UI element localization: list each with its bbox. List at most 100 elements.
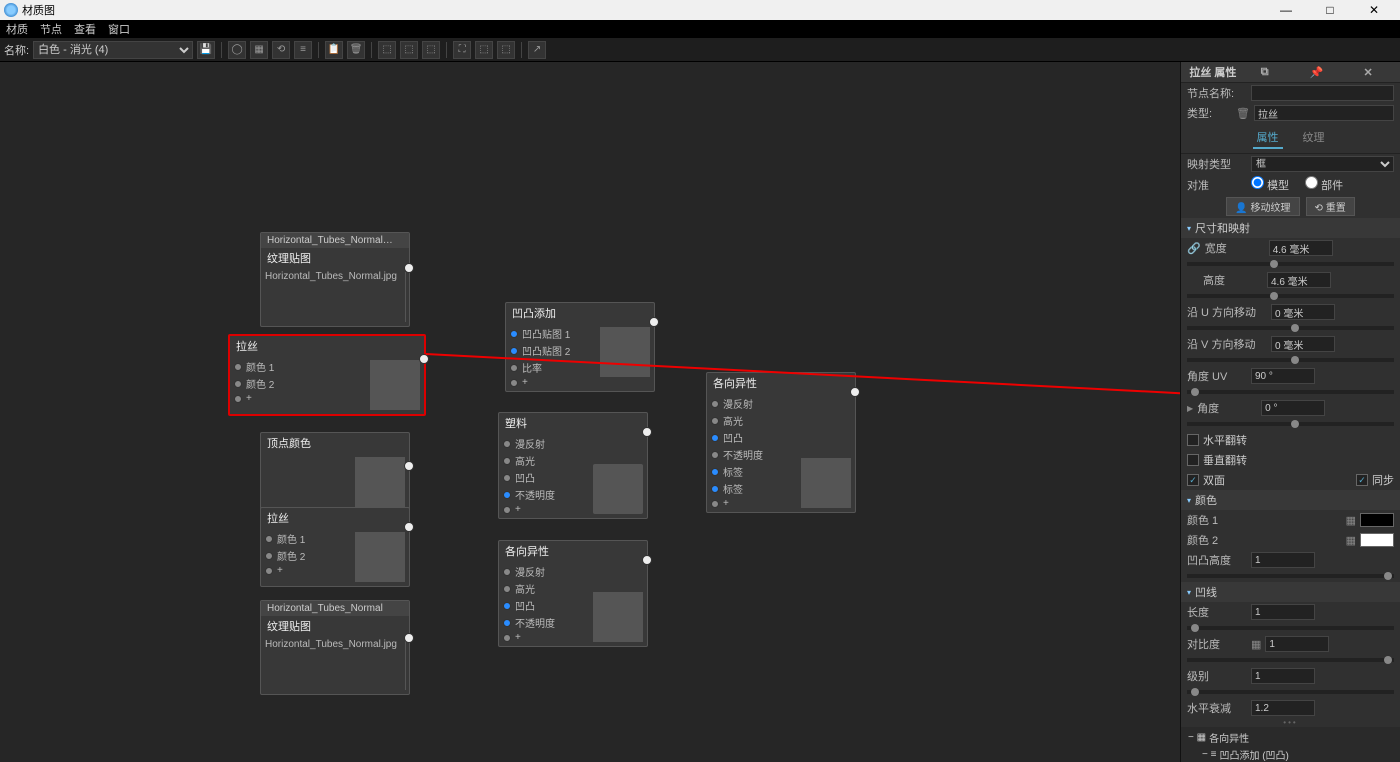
menu-window[interactable]: 窗口 [108,21,130,37]
maximize-button[interactable]: □ [1308,3,1352,17]
port-opacity[interactable]: 不透明度 [707,446,797,463]
align-part-radio[interactable]: 部件 [1305,176,1343,193]
bump-height-slider[interactable] [1187,574,1394,578]
align-model-radio[interactable]: 模型 [1251,176,1289,193]
color2-map-icon[interactable]: ▦ [1346,534,1356,547]
shift-u-input[interactable] [1271,304,1335,320]
share-button[interactable]: ↗ [528,41,546,59]
port-add[interactable]: + [261,564,351,577]
node-brush-1[interactable]: 拉丝 颜色 1 颜色 2 + [228,334,426,416]
type-input[interactable] [1254,105,1394,121]
node-vertex-color[interactable]: 顶点颜色 [260,432,410,512]
level-slider[interactable] [1187,690,1394,694]
length-input[interactable] [1251,604,1315,620]
tool-6[interactable]: ⬚ [378,41,396,59]
output-port[interactable] [642,427,652,437]
tab-texture[interactable]: 纹理 [1299,127,1329,149]
output-port[interactable] [642,555,652,565]
color1-swatch[interactable] [1360,513,1394,527]
node-plastic[interactable]: 塑料 漫反射 高光 凹凸 不透明度 + [498,412,648,519]
section-color[interactable]: ▾颜色 [1181,490,1400,510]
angle-uv-input[interactable] [1251,368,1315,384]
save-button[interactable]: 💾 [197,41,215,59]
bump-height-input[interactable] [1251,552,1315,568]
menu-view[interactable]: 查看 [74,21,96,37]
level-input[interactable] [1251,668,1315,684]
port-specular[interactable]: 高光 [499,580,589,597]
node-anisotropic-2[interactable]: 各向异性 漫反射 高光 凹凸 不透明度 + [498,540,648,647]
contrast-slider[interactable] [1187,658,1394,662]
tool-10[interactable]: ⬚ [475,41,493,59]
port-diffuse[interactable]: 漫反射 [499,563,589,580]
port-add[interactable]: + [506,376,596,389]
tool-3[interactable]: ⟲ [272,41,290,59]
port-add[interactable]: + [499,631,589,644]
contrast-input[interactable] [1265,636,1329,652]
tool-5[interactable]: 📋 [325,41,343,59]
width-slider[interactable] [1187,262,1394,266]
shift-v-slider[interactable] [1187,358,1394,362]
section-size[interactable]: ▾尺寸和映射 [1181,218,1400,238]
port-diffuse[interactable]: 漫反射 [499,435,589,452]
output-port[interactable] [404,461,414,471]
output-port[interactable] [649,317,659,327]
port-diffuse[interactable]: 漫反射 [707,395,797,412]
contrast-map-icon[interactable]: ▦ [1251,638,1261,651]
tool-7[interactable]: ⬚ [400,41,418,59]
close-icon[interactable]: ✕ [1342,66,1394,79]
port-label1[interactable]: 标签 [707,463,797,480]
output-port[interactable] [850,387,860,397]
height-input[interactable] [1267,272,1331,288]
shift-v-input[interactable] [1271,336,1335,352]
color2-swatch[interactable] [1360,533,1394,547]
height-slider[interactable] [1187,294,1394,298]
port-specular[interactable]: 高光 [707,412,797,429]
falloff-input[interactable] [1251,700,1315,716]
port-specular[interactable]: 高光 [499,452,589,469]
output-port[interactable] [404,633,414,643]
map-type-select[interactable]: 框 [1251,156,1394,172]
node-brush-2[interactable]: 拉丝 颜色 1 颜色 2 + [260,507,410,587]
output-port[interactable] [404,522,414,532]
port-ratio[interactable]: 比率 [506,359,596,376]
dock-icon[interactable]: ⧉ [1239,66,1291,79]
node-bump-add[interactable]: 凹凸添加 凹凸贴图 1 凹凸贴图 2 比率 + [505,302,655,392]
pin-icon[interactable]: 📌 [1291,66,1343,79]
port-color2[interactable]: 颜色 2 [230,375,366,392]
menu-node[interactable]: 节点 [40,21,62,37]
node-texture-1[interactable]: Horizontal_Tubes_Normal… 纹理贴图 Horizontal… [260,232,410,327]
port-add[interactable]: + [230,392,366,405]
delete-button[interactable]: 🗑 [347,41,365,59]
port-color2[interactable]: 颜色 2 [261,547,351,564]
output-port[interactable] [419,354,429,364]
tree-item[interactable]: 各向异性 [1209,730,1249,745]
minimize-button[interactable]: — [1264,3,1308,17]
node-texture-2[interactable]: Horizontal_Tubes_Normal 纹理贴图 Horizontal_… [260,600,410,695]
tool-11[interactable]: ⬚ [497,41,515,59]
width-input[interactable] [1269,240,1333,256]
port-bump2[interactable]: 凹凸贴图 2 [506,342,596,359]
port-label2[interactable]: 标签 [707,480,797,497]
flip-h-checkbox[interactable] [1187,434,1199,446]
section-line[interactable]: ▾凹线 [1181,582,1400,602]
port-color1[interactable]: 颜色 1 [261,530,351,547]
shift-u-slider[interactable] [1187,326,1394,330]
port-opacity[interactable]: 不透明度 [499,486,589,503]
tab-attributes[interactable]: 属性 [1253,127,1283,149]
port-bump[interactable]: 凹凸 [499,469,589,486]
tool-8[interactable]: ⬚ [422,41,440,59]
length-slider[interactable] [1187,626,1394,630]
port-add[interactable]: + [707,497,797,510]
tool-2[interactable]: ▦ [250,41,268,59]
sync-checkbox[interactable]: ✓ [1356,474,1368,486]
port-color1[interactable]: 颜色 1 [230,358,366,375]
reset-button[interactable]: ⟲ 重置 [1306,197,1355,216]
output-port[interactable] [404,263,414,273]
port-opacity[interactable]: 不透明度 [499,614,589,631]
port-add[interactable]: + [499,503,589,516]
tool-4[interactable]: ≡ [294,41,312,59]
tool-1[interactable]: ◯ [228,41,246,59]
tree-item[interactable]: 凹凸添加 (凹凸) [1219,747,1288,762]
port-bump[interactable]: 凹凸 [707,429,797,446]
node-name-input[interactable] [1251,85,1394,101]
